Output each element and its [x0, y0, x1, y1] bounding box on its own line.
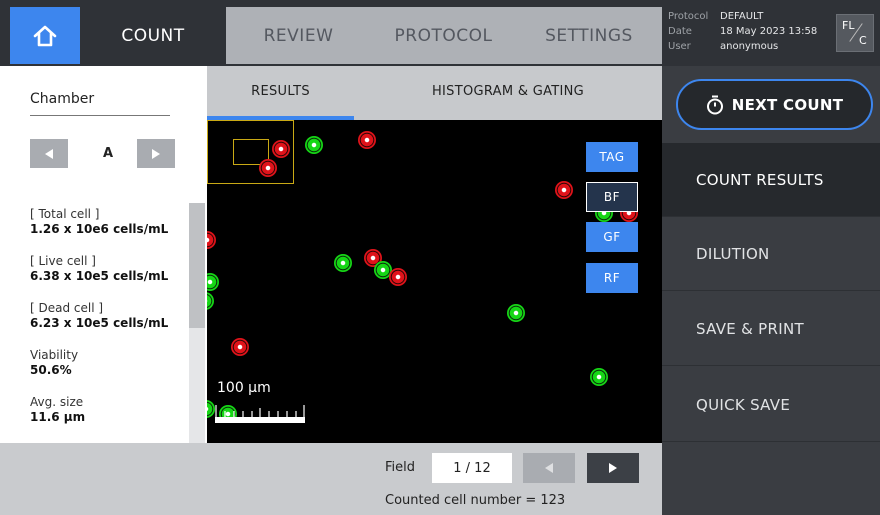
- top-navigation-bar: COUNT REVIEW PROTOCOL SETTINGS Protocol D…: [0, 0, 880, 66]
- stat-live: [ Live cell ] 6.38 x 10e5 cells/mL: [30, 254, 200, 284]
- filter-bf-button[interactable]: BF: [586, 182, 638, 212]
- dead-cell-marker: [207, 231, 216, 249]
- menu-count-results[interactable]: COUNT RESULTS: [662, 143, 880, 217]
- field-prev-button[interactable]: [523, 453, 575, 483]
- dead-cell-marker: [555, 181, 573, 199]
- live-cell-marker: [207, 400, 215, 418]
- live-cell-marker: [207, 273, 219, 291]
- field-label: Field: [385, 460, 416, 475]
- right-action-panel: NEXT COUNT COUNT RESULTS DILUTION SAVE &…: [662, 66, 880, 515]
- next-count-button[interactable]: NEXT COUNT: [676, 79, 873, 130]
- home-button[interactable]: [10, 7, 80, 64]
- chamber-divider: [30, 115, 170, 116]
- field-navigation-bar: Field 1 / 12 Counted cell number = 123: [0, 443, 662, 515]
- chamber-next-button[interactable]: [137, 139, 175, 168]
- chamber-prev-button[interactable]: [30, 139, 68, 168]
- stat-value: 11.6 µm: [30, 410, 86, 424]
- date-label: Date: [668, 26, 692, 37]
- protocol-value: DEFAULT: [720, 11, 764, 22]
- filter-rf-button[interactable]: RF: [586, 263, 638, 293]
- tab-settings[interactable]: SETTINGS: [516, 7, 662, 64]
- tab-protocol[interactable]: PROTOCOL: [371, 7, 516, 64]
- stat-total: [ Total cell ] 1.26 x 10e6 cells/mL: [30, 207, 200, 237]
- scale-bar-label: 100 µm: [217, 380, 271, 396]
- stat-value: 50.6%: [30, 363, 72, 377]
- stat-label: Avg. size: [30, 395, 84, 409]
- stopwatch-icon: [706, 95, 723, 114]
- dead-cell-marker: [231, 338, 249, 356]
- stats-list: [ Total cell ] 1.26 x 10e6 cells/mL [ Li…: [30, 207, 200, 442]
- live-cell-marker: [334, 254, 352, 272]
- stat-value: 1.26 x 10e6 cells/mL: [30, 222, 169, 236]
- dead-cell-marker: [272, 140, 290, 158]
- menu-quick-save[interactable]: QUICK SAVE: [662, 368, 880, 442]
- mode-badge-bottom: C: [859, 34, 867, 47]
- dead-cell-marker: [389, 268, 407, 286]
- stat-dead: [ Dead cell ] 6.23 x 10e5 cells/mL: [30, 301, 200, 331]
- field-page-indicator[interactable]: 1 / 12: [432, 453, 512, 483]
- home-icon: [33, 25, 57, 46]
- triangle-left-icon: [545, 463, 553, 473]
- dead-cell-marker: [259, 159, 277, 177]
- triangle-right-icon: [609, 463, 617, 473]
- tab-count[interactable]: COUNT: [80, 7, 226, 64]
- stat-label: Viability: [30, 348, 79, 362]
- live-cell-marker: [207, 292, 214, 310]
- field-next-button[interactable]: [587, 453, 639, 483]
- mode-badge-top: FL: [842, 19, 855, 32]
- triangle-left-icon: [45, 148, 53, 159]
- stats-scrollbar-thumb[interactable]: [189, 203, 205, 328]
- fluorescence-mode-badge[interactable]: FL C: [836, 14, 874, 52]
- menu-dilution[interactable]: DILUTION: [662, 217, 880, 291]
- filter-gf-button[interactable]: GF: [586, 222, 638, 252]
- stat-value: 6.23 x 10e5 cells/mL: [30, 316, 169, 330]
- menu-save-print[interactable]: SAVE & PRINT: [662, 292, 880, 366]
- stat-label: [ Dead cell ]: [30, 301, 104, 315]
- tab-histogram-gating[interactable]: HISTOGRAM & GATING: [354, 66, 662, 116]
- session-info: Protocol DEFAULT Date 18 May 2023 13:58 Us…: [668, 9, 817, 54]
- counted-cell-number: Counted cell number = 123: [385, 493, 566, 508]
- left-results-panel: Chamber A [ Total cell ] 1.26 x 10e6 cel…: [10, 66, 207, 443]
- bottom-left-spacer: [0, 443, 207, 515]
- result-subtabs: RESULTS HISTOGRAM & GATING: [207, 66, 662, 120]
- scale-bar: [215, 405, 305, 423]
- chamber-selected: A: [103, 146, 114, 161]
- user-label: User: [668, 41, 691, 52]
- cell-image-view[interactable]: TAG BF GF RF 100 µm: [207, 120, 662, 443]
- live-cell-marker: [305, 136, 323, 154]
- stat-value: 6.38 x 10e5 cells/mL: [30, 269, 169, 283]
- live-cell-marker: [507, 304, 525, 322]
- stat-label: [ Total cell ]: [30, 207, 100, 221]
- filter-tag-button[interactable]: TAG: [586, 142, 638, 172]
- chamber-title: Chamber: [30, 91, 95, 107]
- live-cell-marker: [590, 368, 608, 386]
- triangle-right-icon: [152, 148, 160, 159]
- stats-clip-mask: [10, 429, 207, 443]
- stat-label: [ Live cell ]: [30, 254, 96, 268]
- dead-cell-marker: [358, 131, 376, 149]
- tab-results[interactable]: RESULTS: [207, 66, 354, 116]
- tab-review[interactable]: REVIEW: [226, 7, 371, 64]
- next-count-label: NEXT COUNT: [731, 95, 844, 114]
- stat-avg-size: Avg. size 11.6 µm: [30, 395, 200, 425]
- user-value: anonymous: [720, 41, 779, 52]
- stat-viability: Viability 50.6%: [30, 348, 200, 378]
- date-value: 18 May 2023 13:58: [720, 26, 818, 37]
- protocol-label: Protocol: [668, 11, 709, 22]
